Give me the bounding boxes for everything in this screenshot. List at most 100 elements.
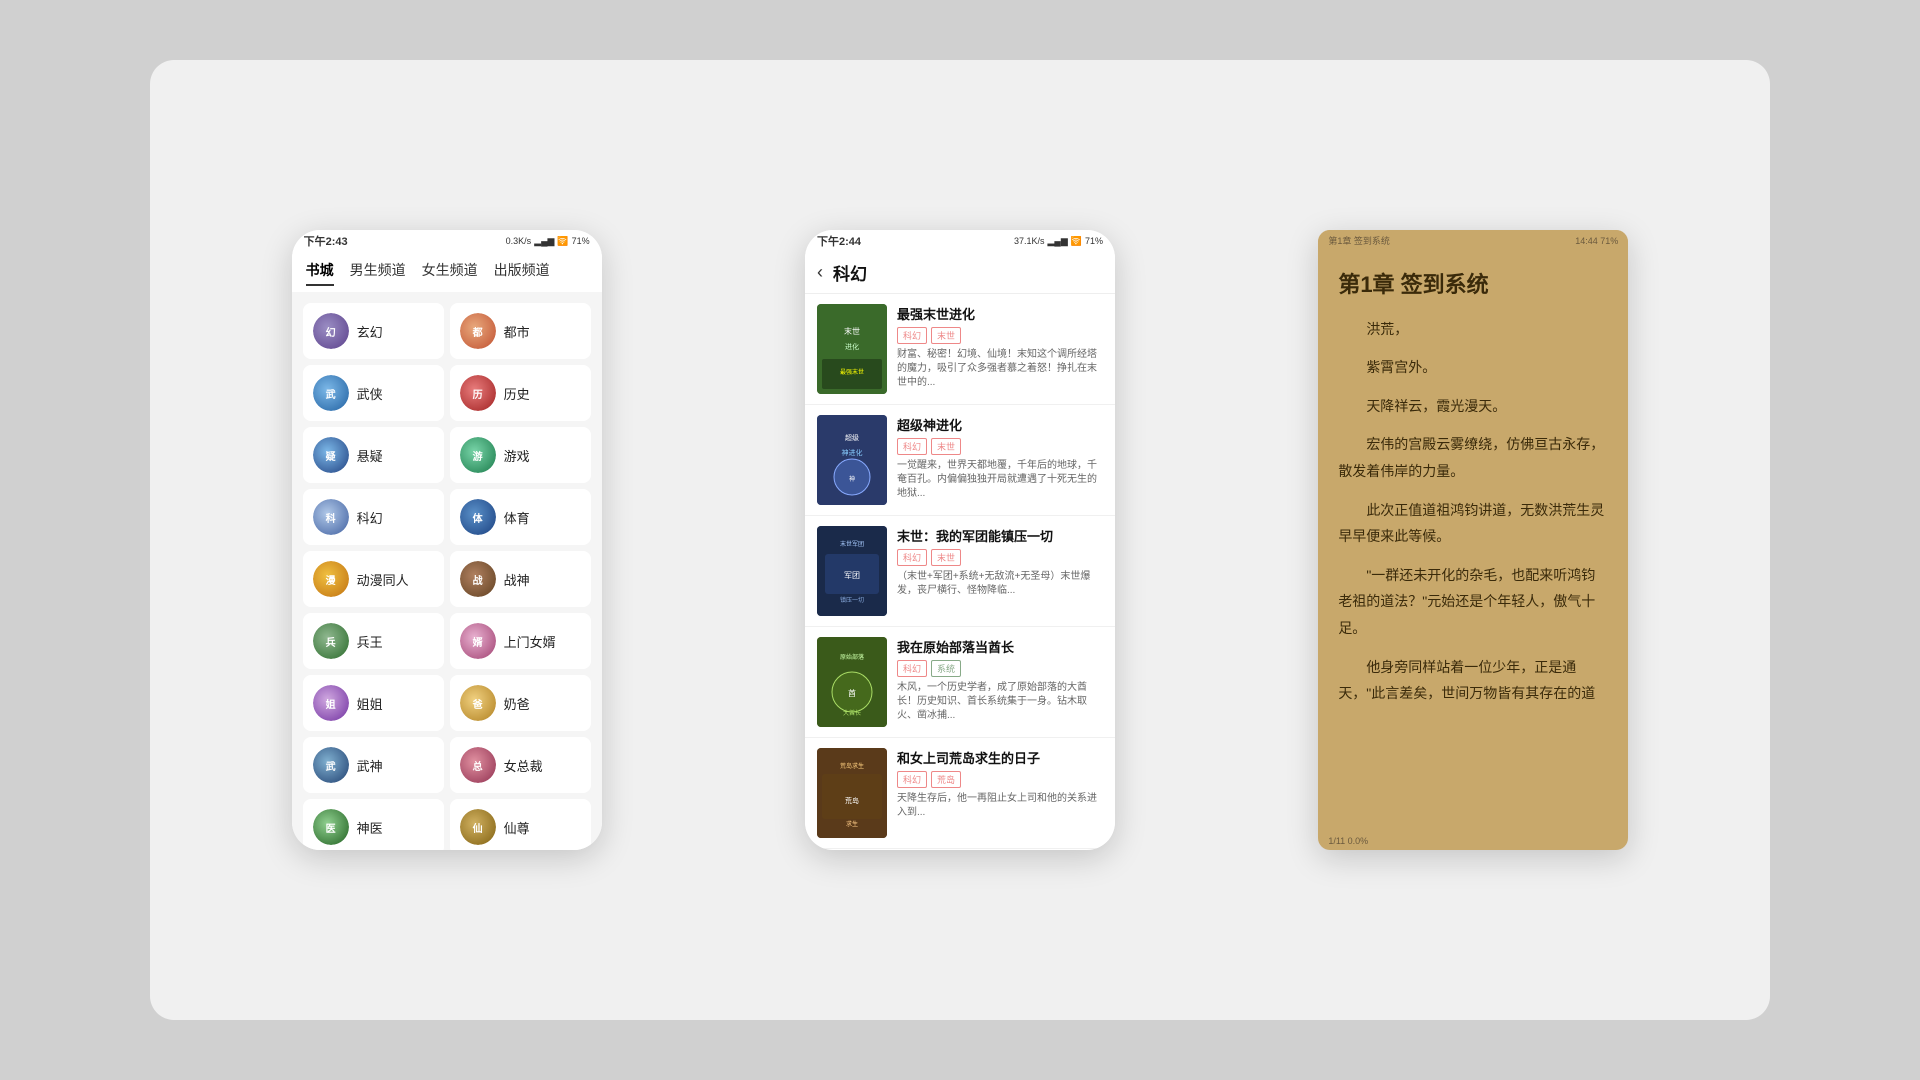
cat-nvzongcai[interactable]: 总 女总裁 [450, 737, 591, 793]
category-grid: 幻 玄幻 都 都市 武 武侠 历 历史 疑 悬疑 游 游戏 [292, 292, 602, 850]
cat-bingwang[interactable]: 兵 兵王 [303, 613, 444, 669]
book-tag-scifi-4: 科幻 [897, 771, 927, 788]
book-info-3: 我在原始部落当酋长 科幻 系统 木风，一个历史学者，成了原始部落的大酋长！历史知… [897, 637, 1103, 727]
reader-para-4: 此次正值道祖鸿钧讲道，无数洪荒生灵早早便来此等候。 [1338, 497, 1608, 550]
book-tag-end-0: 末世 [931, 327, 961, 344]
tab-chuban[interactable]: 出版频道 [494, 260, 550, 286]
tab-nvsheng[interactable]: 女生频道 [422, 260, 478, 286]
svg-text:进化: 进化 [845, 342, 859, 351]
cat-dushi[interactable]: 都 都市 [450, 303, 591, 359]
status-bar-1: 下午2:43 0.3K/s ▂▄▆ 🛜 71% [292, 230, 602, 252]
book-desc-2: （末世+军团+系统+无敌流+无圣母）末世爆发，丧尸横行、怪物降临... [897, 570, 1103, 598]
signal-icon-1: ▂▄▆ [534, 236, 554, 247]
cat-wuxia[interactable]: 武 武侠 [303, 365, 444, 421]
scifi-header: ‹ 科幻 [805, 252, 1115, 294]
book-item-3[interactable]: 原始部落 酋 大酋长 我在原始部落当酋长 科幻 系统 木风，一个历史学者，成了原… [805, 627, 1115, 738]
book-item-1[interactable]: 超级 神进化 神 超级神进化 科幻 末世 一觉醒来，世界天都地覆，千年后的地球，… [805, 405, 1115, 516]
cat-jiejie[interactable]: 姐 姐姐 [303, 675, 444, 731]
cat-dongman[interactable]: 漫 动漫同人 [303, 551, 444, 607]
svg-text:大酋长: 大酋长 [843, 709, 861, 717]
battery-2: 71% [1085, 236, 1103, 246]
phone-scifi: 下午2:44 37.1K/s ▂▄▆ 🛜 71% ‹ 科幻 末世 进化 [805, 230, 1115, 850]
cat-xuanhuan[interactable]: 幻 玄幻 [303, 303, 444, 359]
time-2: 下午2:44 [817, 233, 861, 249]
cat-wushen[interactable]: 武 武神 [303, 737, 444, 793]
book-title-3: 我在原始部落当酋长 [897, 637, 1103, 656]
wifi-icon-2: 🛜 [1071, 236, 1082, 247]
book-tag-end-2: 末世 [931, 549, 961, 566]
reader-footer: 1/11 0.0% [1328, 836, 1368, 846]
svg-text:酋: 酋 [848, 688, 856, 698]
svg-text:超级: 超级 [845, 433, 859, 442]
book-info-4: 和女上司荒岛求生的日子 科幻 荒岛 天降生存后，他一再阻止女上司和他的关系进入到… [897, 748, 1103, 838]
book-title-0: 最强末世进化 [897, 304, 1103, 323]
book-tags-2: 科幻 末世 [897, 549, 1103, 566]
book-desc-1: 一觉醒来，世界天都地覆，千年后的地球，千奄百孔。内偏偏独独开局就遭遇了十死无生的… [897, 459, 1103, 501]
svg-text:末世: 末世 [844, 326, 860, 336]
reader-status: 第1章 签到系统 14:44 71% [1318, 230, 1628, 251]
svg-text:神进化: 神进化 [841, 448, 862, 457]
cat-xuanyi[interactable]: 疑 悬疑 [303, 427, 444, 483]
book-tag-scifi-3: 科幻 [897, 660, 927, 677]
book-title-4: 和女上司荒岛求生的日子 [897, 748, 1103, 767]
book-tag-sys-3: 系统 [931, 660, 961, 677]
battery-1: 71% [572, 236, 590, 246]
cat-kehuan[interactable]: 科 科幻 [303, 489, 444, 545]
svg-text:原始部落: 原始部落 [840, 653, 864, 661]
book-tag-scifi-1: 科幻 [897, 438, 927, 455]
book-title-1: 超级神进化 [897, 415, 1103, 434]
bookstore-header: 书城 男生频道 女生频道 出版频道 [292, 252, 602, 292]
phone-bookstore: 下午2:43 0.3K/s ▂▄▆ 🛜 71% 书城 男生频道 女生频道 出版频… [292, 230, 602, 850]
signal-icon-2: ▂▄▆ [1048, 236, 1068, 247]
svg-text:求生: 求生 [846, 820, 858, 828]
status-icons-1: 0.3K/s ▂▄▆ 🛜 71% [506, 236, 590, 247]
book-info-1: 超级神进化 科幻 末世 一觉醒来，世界天都地覆，千年后的地球，千奄百孔。内偏偏独… [897, 415, 1103, 505]
time-1: 下午2:43 [304, 233, 348, 249]
svg-text:神: 神 [849, 475, 855, 483]
svg-text:最强末世: 最强末世 [840, 368, 864, 376]
book-desc-0: 财富、秘密！幻境、仙境！末知这个调所经塔的魔力，吸引了众多强者慕之着怒！挣扎在末… [897, 348, 1103, 390]
wifi-icon-1: 🛜 [557, 236, 568, 247]
book-tags-4: 科幻 荒岛 [897, 771, 1103, 788]
reader-chapter-title: 第1章 签到系统 [1318, 251, 1628, 316]
book-item-0[interactable]: 末世 进化 最强末世 最强末世进化 科幻 末世 财富、秘密！幻境、仙境！末知这个… [805, 294, 1115, 405]
cat-shenyi[interactable]: 医 神医 [303, 799, 444, 850]
reader-para-3: 宏伟的宫殿云雾缭绕，仿佛亘古永存，散发着伟岸的力量。 [1338, 431, 1608, 484]
reader-frame: 第1章 签到系统 14:44 71% 第1章 签到系统 洪荒， 紫霄宫外。 天降… [1318, 230, 1628, 850]
cat-xianzun[interactable]: 仙 仙尊 [450, 799, 591, 850]
svg-text:荒岛: 荒岛 [845, 796, 859, 805]
cat-youxi[interactable]: 游 游戏 [450, 427, 591, 483]
book-desc-3: 木风，一个历史学者，成了原始部落的大酋长！历史知识、首长系统集于一身。钻木取火、… [897, 681, 1103, 723]
book-tags-0: 科幻 末世 [897, 327, 1103, 344]
signal-speed-1: 0.3K/s [506, 236, 532, 246]
book-item-4[interactable]: 荒岛求生 荒岛 求生 和女上司荒岛求生的日子 科幻 荒岛 天降生存后，他一再阻止… [805, 738, 1115, 849]
svg-text:军团: 军团 [844, 571, 860, 580]
reader-para-0: 洪荒， [1338, 316, 1608, 343]
outer-container: 下午2:43 0.3K/s ▂▄▆ 🛜 71% 书城 男生频道 女生频道 出版频… [150, 60, 1770, 1020]
book-item-2[interactable]: 末世军团 军团 镇压一切 末世：我的军团能镇压一切 科幻 末世 （末世+军团+系… [805, 516, 1115, 627]
cat-lishi[interactable]: 历 历史 [450, 365, 591, 421]
bookstore-tabs[interactable]: 书城 男生频道 女生频道 出版频道 [306, 260, 588, 286]
signal-speed-2: 37.1K/s [1014, 236, 1045, 246]
cat-tiyu[interactable]: 体 体育 [450, 489, 591, 545]
book-tag-scifi-0: 科幻 [897, 327, 927, 344]
book-tag-desert-4: 荒岛 [931, 771, 961, 788]
book-info-2: 末世：我的军团能镇压一切 科幻 末世 （末世+军团+系统+无敌流+无圣母）末世爆… [897, 526, 1103, 616]
cat-nainai[interactable]: 爸 奶爸 [450, 675, 591, 731]
tab-nansheng[interactable]: 男生频道 [350, 260, 406, 286]
back-button[interactable]: ‹ [817, 262, 823, 283]
reader-para-6: 他身旁同样站着一位少年，正是通天，"此言差矣，世间万物皆有其存在的道 [1338, 654, 1608, 707]
status-icons-2: 37.1K/s ▂▄▆ 🛜 71% [1014, 236, 1103, 247]
book-info-0: 最强末世进化 科幻 末世 财富、秘密！幻境、仙境！末知这个调所经塔的魔力，吸引了… [897, 304, 1103, 394]
tab-shucheng[interactable]: 书城 [306, 260, 334, 286]
book-tags-1: 科幻 末世 [897, 438, 1103, 455]
reader-status-right: 14:44 71% [1575, 236, 1618, 246]
book-tags-3: 科幻 系统 [897, 660, 1103, 677]
cat-shangmen[interactable]: 婿 上门女婿 [450, 613, 591, 669]
reader-content: 洪荒， 紫霄宫外。 天降祥云，霞光漫天。 宏伟的宫殿云雾缭绕，仿佛亘古永存，散发… [1318, 316, 1628, 729]
status-bar-2: 下午2:44 37.1K/s ▂▄▆ 🛜 71% [805, 230, 1115, 252]
reader-status-left: 第1章 签到系统 [1328, 234, 1390, 247]
svg-text:镇压一切: 镇压一切 [840, 596, 864, 604]
cat-zhanshen[interactable]: 战 战神 [450, 551, 591, 607]
reader-para-5: "一群还未开化的杂毛，也配来听鸿钧老祖的道法？"元始还是个年轻人，傲气十足。 [1338, 562, 1608, 642]
